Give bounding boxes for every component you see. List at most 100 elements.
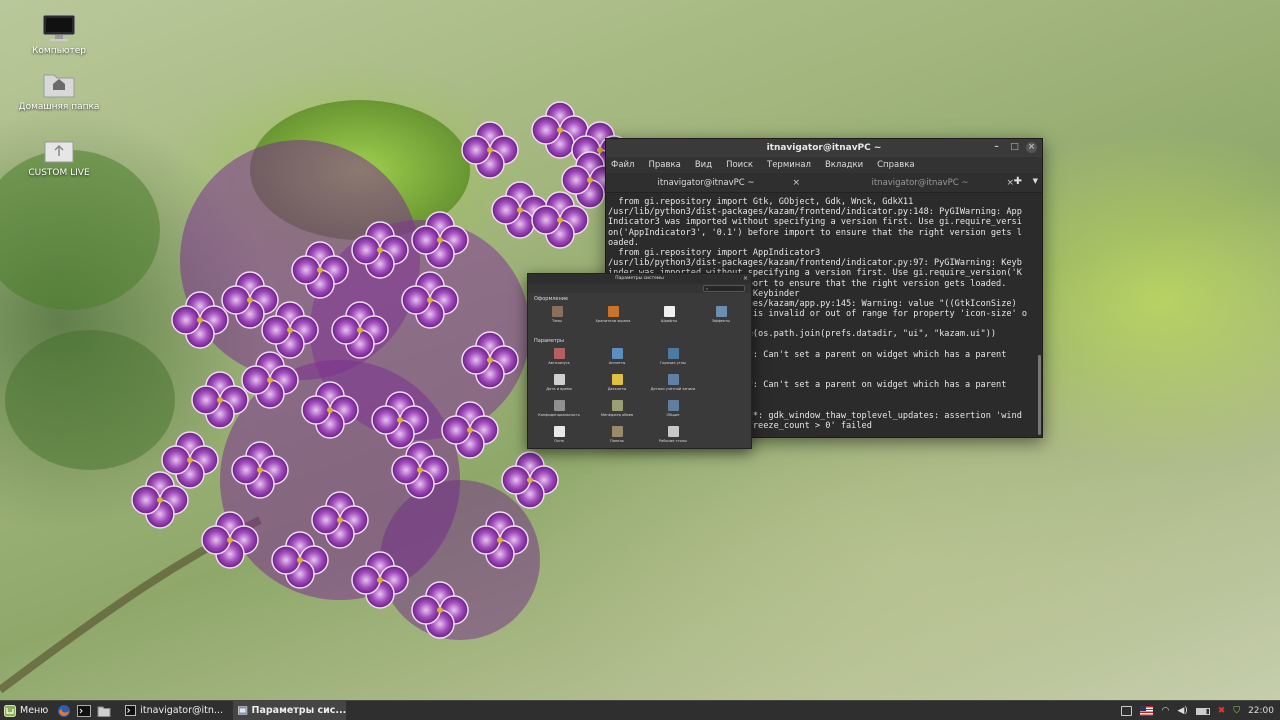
settings-icon bbox=[238, 706, 248, 715]
settings-item-label: Шрифты bbox=[660, 319, 678, 323]
settings-item-icon bbox=[551, 306, 563, 317]
settings-item[interactable]: Темы bbox=[534, 306, 580, 323]
terminal-titlebar[interactable]: itnavigator@itnavPC ~ – □ × bbox=[606, 139, 1042, 157]
folder-icon bbox=[97, 706, 111, 717]
terminal-launcher[interactable] bbox=[76, 703, 92, 719]
settings-item-icon bbox=[663, 306, 675, 317]
terminal-line: /usr/lib/python3/dist-packages/kazam/fro… bbox=[608, 207, 1022, 218]
task-label: Параметры сис... bbox=[251, 705, 347, 716]
settings-section-title: Параметры bbox=[534, 338, 564, 344]
settings-title: Параметры системы bbox=[615, 276, 664, 281]
menu-edit[interactable]: Правка bbox=[648, 160, 680, 170]
clipboard-icon[interactable] bbox=[1121, 706, 1133, 716]
settings-item[interactable]: Горячие углы bbox=[650, 348, 696, 365]
volume-icon[interactable]: ◀) bbox=[1177, 706, 1187, 716]
terminal-line: from gi.repository import AppIndicator3 bbox=[608, 247, 821, 258]
settings-item[interactable]: Общие bbox=[650, 400, 696, 417]
desktop-icon-computer[interactable]: Компьютер bbox=[9, 14, 109, 56]
menu-terminal[interactable]: Терминал bbox=[767, 160, 811, 170]
settings-item[interactable]: Окна bbox=[536, 426, 582, 443]
menu-search[interactable]: Поиск bbox=[726, 160, 753, 170]
settings-window[interactable]: Параметры системы × ⌕ Оформление Темы Хран… bbox=[527, 273, 752, 449]
menu-button[interactable]: Меню bbox=[0, 701, 54, 720]
desktop-icon-label: Компьютер bbox=[32, 46, 86, 56]
maximize-button[interactable]: □ bbox=[1009, 142, 1020, 153]
settings-item-label: Общие bbox=[666, 413, 680, 417]
us-flag-icon[interactable] bbox=[1140, 706, 1154, 716]
settings-item[interactable]: Детали учётной записи bbox=[650, 374, 696, 391]
settings-item[interactable]: Дата и время bbox=[536, 374, 582, 391]
desktop-icon-label: Домашняя папка bbox=[18, 102, 100, 112]
settings-item-icon bbox=[553, 348, 565, 359]
battery-icon[interactable] bbox=[1195, 707, 1210, 715]
settings-item[interactable]: Десклеты bbox=[594, 374, 640, 391]
settings-item-label: Апплеты bbox=[608, 361, 626, 365]
search-input[interactable]: ⌕ bbox=[703, 285, 745, 292]
tab-label: itnavigator@itnavPC ~ bbox=[871, 178, 969, 188]
terminal-line: /usr/lib/python3/dist-packages/kazam/fro… bbox=[608, 258, 1022, 269]
settings-item-icon bbox=[667, 426, 679, 437]
settings-item[interactable]: Автозапуск bbox=[536, 348, 582, 365]
desktop-icon-home[interactable]: Домашняя папка bbox=[9, 70, 109, 112]
settings-item-label: Десклеты bbox=[607, 387, 627, 391]
tab-label: itnavigator@itnavPC ~ bbox=[657, 178, 755, 188]
menu-tabs[interactable]: Вкладки bbox=[825, 160, 863, 170]
terminal-icon bbox=[125, 705, 137, 716]
desktop-icon-custom-live[interactable]: CUSTOM LIVE bbox=[9, 138, 109, 178]
taskbar-panel: Меню itnavigator@itn... Параметры сис...… bbox=[0, 700, 1280, 720]
close-button[interactable]: × bbox=[1026, 142, 1037, 153]
terminal-tab-2[interactable]: itnavigator@itnavPC ~ × bbox=[820, 173, 1020, 192]
close-button[interactable]: × bbox=[743, 274, 748, 284]
settings-item[interactable]: Хранители экрана bbox=[590, 306, 636, 323]
terminal-tab-1[interactable]: itnavigator@itnavPC ~ × bbox=[606, 173, 806, 192]
settings-item-icon bbox=[553, 374, 565, 385]
settings-item[interactable]: Апплеты bbox=[594, 348, 640, 365]
settings-item[interactable]: Эффекты bbox=[698, 306, 744, 323]
task-terminal[interactable]: itnavigator@itn... bbox=[120, 701, 233, 720]
settings-item-icon bbox=[715, 306, 727, 317]
tab-close-icon[interactable]: × bbox=[792, 173, 800, 193]
terminal-line: on('AppIndicator3', '0.1') before import… bbox=[608, 227, 1022, 238]
update-shield-icon[interactable]: ⛉ bbox=[1233, 706, 1240, 716]
menu-help[interactable]: Справка bbox=[877, 160, 914, 170]
minimize-button[interactable]: – bbox=[991, 142, 1002, 153]
terminal-scrollbar[interactable] bbox=[1038, 355, 1041, 435]
settings-item-label: Автозапуск bbox=[548, 361, 570, 365]
settings-item[interactable]: Менеджер обоев bbox=[594, 400, 640, 417]
settings-section-title: Оформление bbox=[534, 296, 569, 302]
computer-icon bbox=[42, 14, 76, 41]
settings-item[interactable]: Панель bbox=[594, 426, 640, 443]
wifi-icon[interactable]: ◠ bbox=[1161, 706, 1169, 716]
terminal-menubar: Файл Правка Вид Поиск Терминал Вкладки С… bbox=[606, 157, 1042, 173]
settings-item-label: Горячие углы bbox=[660, 361, 686, 365]
settings-item-icon bbox=[607, 306, 619, 317]
firefox-launcher[interactable] bbox=[56, 703, 72, 719]
tab-list-icon[interactable]: ▼ bbox=[1033, 177, 1038, 185]
terminal-icon bbox=[77, 704, 92, 717]
kazam-record-icon[interactable]: ✖ bbox=[1218, 706, 1226, 716]
search-icon: ⌕ bbox=[706, 286, 709, 291]
mint-logo-icon bbox=[4, 704, 16, 717]
settings-item[interactable]: Рабочие столы bbox=[650, 426, 696, 443]
settings-item-label: Эффекты bbox=[712, 319, 730, 323]
task-settings[interactable]: Параметры сис... bbox=[233, 700, 347, 720]
firefox-icon bbox=[58, 704, 71, 717]
task-label: itnavigator@itn... bbox=[140, 705, 223, 716]
files-launcher[interactable] bbox=[96, 703, 112, 719]
terminal-line: Indicator3 was imported without specifyi… bbox=[608, 217, 1022, 228]
settings-item[interactable]: Конфиденциальность bbox=[536, 400, 582, 417]
settings-item-icon bbox=[611, 374, 623, 385]
settings-item[interactable]: Шрифты bbox=[646, 306, 692, 323]
clock[interactable]: 22:00 bbox=[1248, 706, 1274, 716]
menu-file[interactable]: Файл bbox=[611, 160, 634, 170]
menu-label: Меню bbox=[20, 705, 49, 716]
usb-drive-icon bbox=[44, 141, 74, 163]
terminal-line: oaded. bbox=[608, 237, 640, 248]
settings-item-icon bbox=[611, 400, 623, 411]
settings-item-label: Дата и время bbox=[546, 387, 572, 391]
settings-titlebar[interactable]: Параметры системы × bbox=[528, 274, 751, 284]
settings-item-icon bbox=[667, 348, 679, 359]
system-tray: ◠ ◀) ✖ ⛉ 22:00 bbox=[1121, 701, 1274, 720]
menu-view[interactable]: Вид bbox=[695, 160, 712, 170]
new-tab-icon[interactable]: ✚ bbox=[1014, 176, 1022, 187]
